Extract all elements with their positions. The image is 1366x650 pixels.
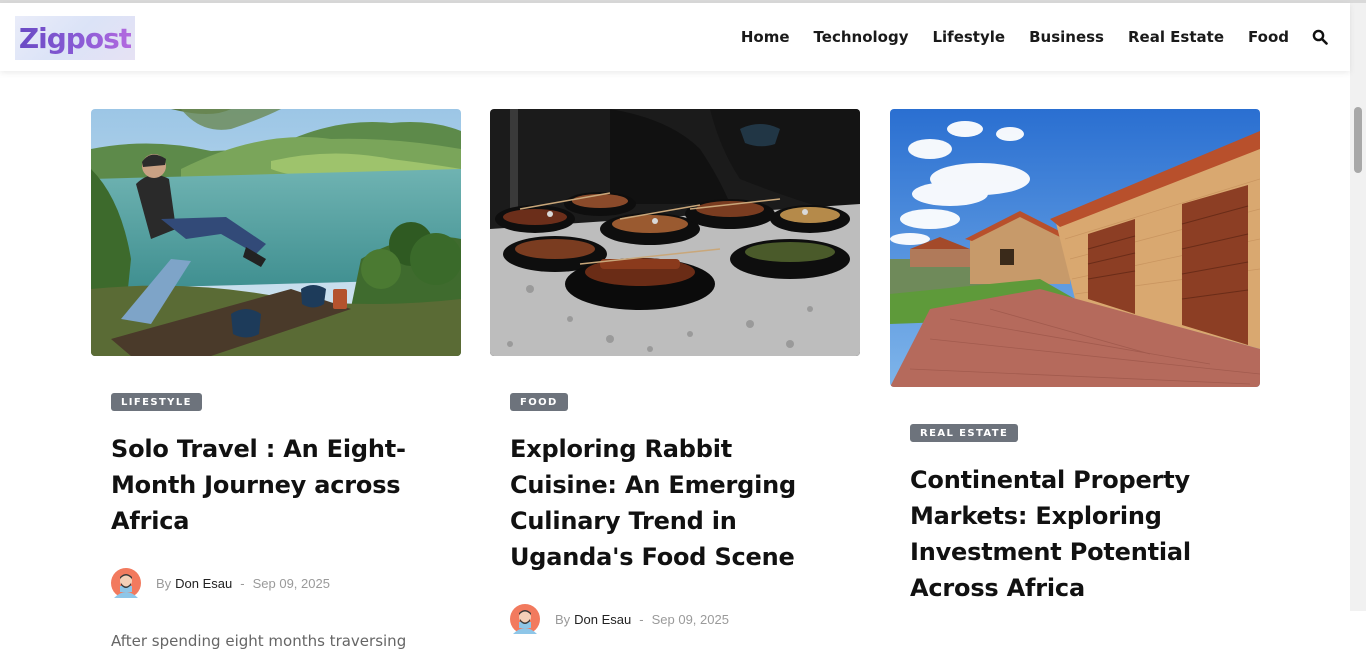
- article-title[interactable]: Exploring Rabbit Cuisine: An Emerging Cu…: [510, 431, 840, 575]
- page-scrollbar[interactable]: [1350, 3, 1366, 611]
- article-card-solo-travel: LIFESTYLE Solo Travel : An Eight-Month J…: [91, 109, 461, 650]
- by-label: By: [156, 575, 172, 591]
- author-link[interactable]: Don Esau: [175, 576, 232, 591]
- site-logo[interactable]: Zigpost: [15, 16, 135, 60]
- article-card-rabbit-cuisine: FOOD Exploring Rabbit Cuisine: An Emergi…: [490, 109, 860, 634]
- meta-separator: -: [639, 611, 644, 627]
- category-badge[interactable]: LIFESTYLE: [111, 393, 202, 411]
- category-badge[interactable]: FOOD: [510, 393, 568, 411]
- scrollbar-thumb[interactable]: [1354, 107, 1362, 173]
- main-nav: Home Technology Lifestyle Business Real …: [717, 3, 1329, 71]
- article-title[interactable]: Continental Property Markets: Exploring …: [910, 462, 1240, 606]
- category-badge[interactable]: REAL ESTATE: [910, 424, 1019, 442]
- nav-item-home[interactable]: Home: [741, 28, 790, 46]
- avatar[interactable]: [111, 568, 141, 598]
- nav-item-real-estate[interactable]: Real Estate: [1128, 28, 1224, 46]
- logo-text: Zigpost: [18, 21, 132, 55]
- nav-item-technology[interactable]: Technology: [814, 28, 909, 46]
- article-image-property-markets[interactable]: [890, 109, 1260, 387]
- article-card-property-markets: REAL ESTATE Continental Property Markets…: [890, 109, 1260, 606]
- publish-date: Sep 09, 2025: [252, 575, 330, 591]
- nav-item-lifestyle[interactable]: Lifestyle: [932, 28, 1005, 46]
- publish-date: Sep 09, 2025: [651, 611, 729, 627]
- by-label: By: [555, 611, 571, 627]
- article-body: FOOD Exploring Rabbit Cuisine: An Emergi…: [490, 392, 860, 634]
- article-image-solo-travel[interactable]: [91, 109, 461, 356]
- article-image-rabbit-cuisine[interactable]: [490, 109, 860, 356]
- article-body: REAL ESTATE Continental Property Markets…: [890, 423, 1260, 606]
- avatar[interactable]: [510, 604, 540, 634]
- article-excerpt: After spending eight months traversing: [111, 632, 407, 650]
- site-header: Zigpost Home Technology Lifestyle Busine…: [0, 3, 1350, 71]
- author-link[interactable]: Don Esau: [574, 612, 631, 627]
- article-body: LIFESTYLE Solo Travel : An Eight-Month J…: [91, 392, 461, 650]
- article-meta: By Don Esau - Sep 09, 2025: [510, 604, 840, 634]
- article-meta: By Don Esau - Sep 09, 2025: [111, 568, 441, 598]
- nav-item-business[interactable]: Business: [1029, 28, 1104, 46]
- article-title[interactable]: Solo Travel : An Eight-Month Journey acr…: [111, 431, 441, 539]
- meta-separator: -: [240, 575, 245, 591]
- nav-item-food[interactable]: Food: [1248, 28, 1289, 46]
- search-icon[interactable]: [1311, 28, 1329, 46]
